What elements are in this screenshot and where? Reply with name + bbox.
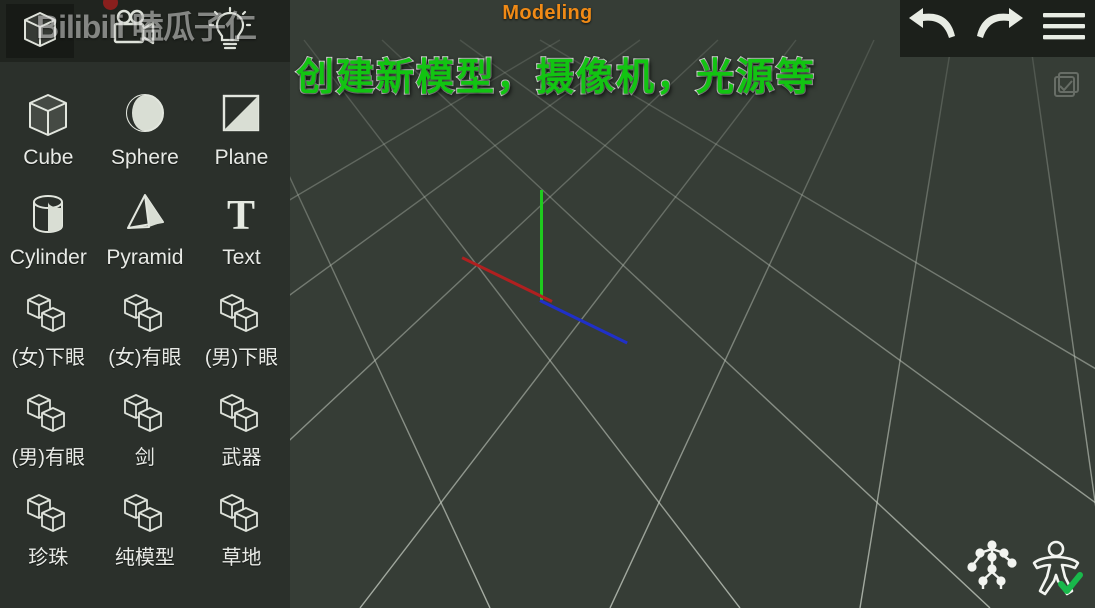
double-cube-icon xyxy=(216,384,266,446)
palette-item-prefab[interactable]: (男)下眼 xyxy=(193,278,290,378)
palette-item-label: Plane xyxy=(215,146,269,170)
cylinder-icon xyxy=(22,184,74,246)
left-panel: Cube Sphere Plane xyxy=(0,0,290,608)
palette-item-prefab[interactable]: 武器 xyxy=(193,378,290,478)
palette-item-prefab[interactable]: 珍珠 xyxy=(0,478,97,578)
plane-icon xyxy=(215,84,267,146)
palette-item-label: Cylinder xyxy=(10,246,87,270)
palette-item-text[interactable]: T Text xyxy=(193,178,290,278)
y-axis xyxy=(540,190,543,300)
double-cube-icon xyxy=(23,284,73,346)
palette-row: (男)有眼 剑 xyxy=(0,378,290,478)
palette-item-prefab[interactable]: (女)有眼 xyxy=(97,278,194,378)
palette-item-label: 剑 xyxy=(135,446,155,470)
double-cube-icon xyxy=(23,484,73,546)
palette-item-label: Pyramid xyxy=(106,246,183,270)
palette-item-prefab[interactable]: (男)有眼 xyxy=(0,378,97,478)
svg-text:T: T xyxy=(227,193,255,239)
palette-item-prefab[interactable]: (女)下眼 xyxy=(0,278,97,378)
palette-item-label: 纯模型 xyxy=(115,546,175,570)
palette-item-cylinder[interactable]: Cylinder xyxy=(0,178,97,278)
palette-row: Cylinder Pyramid T Text xyxy=(0,178,290,278)
text-t-icon: T xyxy=(215,184,267,246)
pyramid-icon xyxy=(119,184,171,246)
double-cube-icon xyxy=(23,384,73,446)
palette-item-label: (女)有眼 xyxy=(108,346,181,370)
palette-item-sphere[interactable]: Sphere xyxy=(97,78,194,178)
annotation-text: 创建新模型，摄像机，光源等 xyxy=(296,46,816,101)
double-cube-icon xyxy=(120,484,170,546)
humanoid-figure-icon[interactable] xyxy=(1025,537,1087,604)
layers-checked-icon[interactable] xyxy=(1051,66,1085,105)
object-palette: Cube Sphere Plane xyxy=(0,78,290,578)
palette-item-label: 武器 xyxy=(221,446,261,470)
double-cube-icon xyxy=(120,384,170,446)
palette-row: (女)下眼 (女)有眼 xyxy=(0,278,290,378)
palette-row: 珍珠 纯模型 xyxy=(0,478,290,578)
skeleton-rig-icon[interactable] xyxy=(964,537,1020,598)
palette-row: Cube Sphere Plane xyxy=(0,78,290,178)
cube-icon xyxy=(22,84,74,146)
palette-item-label: (男)下眼 xyxy=(205,346,278,370)
palette-item-label: 草地 xyxy=(221,546,261,570)
palette-item-prefab[interactable]: 草地 xyxy=(193,478,290,578)
palette-item-pyramid[interactable]: Pyramid xyxy=(97,178,194,278)
palette-item-label: (女)下眼 xyxy=(12,346,85,370)
palette-item-label: Text xyxy=(222,246,261,270)
palette-item-label: Cube xyxy=(23,146,73,170)
palette-item-cube[interactable]: Cube xyxy=(0,78,97,178)
double-cube-icon xyxy=(120,284,170,346)
double-cube-icon xyxy=(216,484,266,546)
palette-item-label: Sphere xyxy=(111,146,179,170)
page-title: Modeling xyxy=(0,2,1095,25)
double-cube-icon xyxy=(216,284,266,346)
palette-item-prefab[interactable]: 剑 xyxy=(97,378,194,478)
sphere-icon xyxy=(119,84,171,146)
palette-item-prefab[interactable]: 纯模型 xyxy=(97,478,194,578)
palette-item-plane[interactable]: Plane xyxy=(193,78,290,178)
palette-item-label: (男)有眼 xyxy=(12,446,85,470)
palette-item-label: 珍珠 xyxy=(28,546,68,570)
